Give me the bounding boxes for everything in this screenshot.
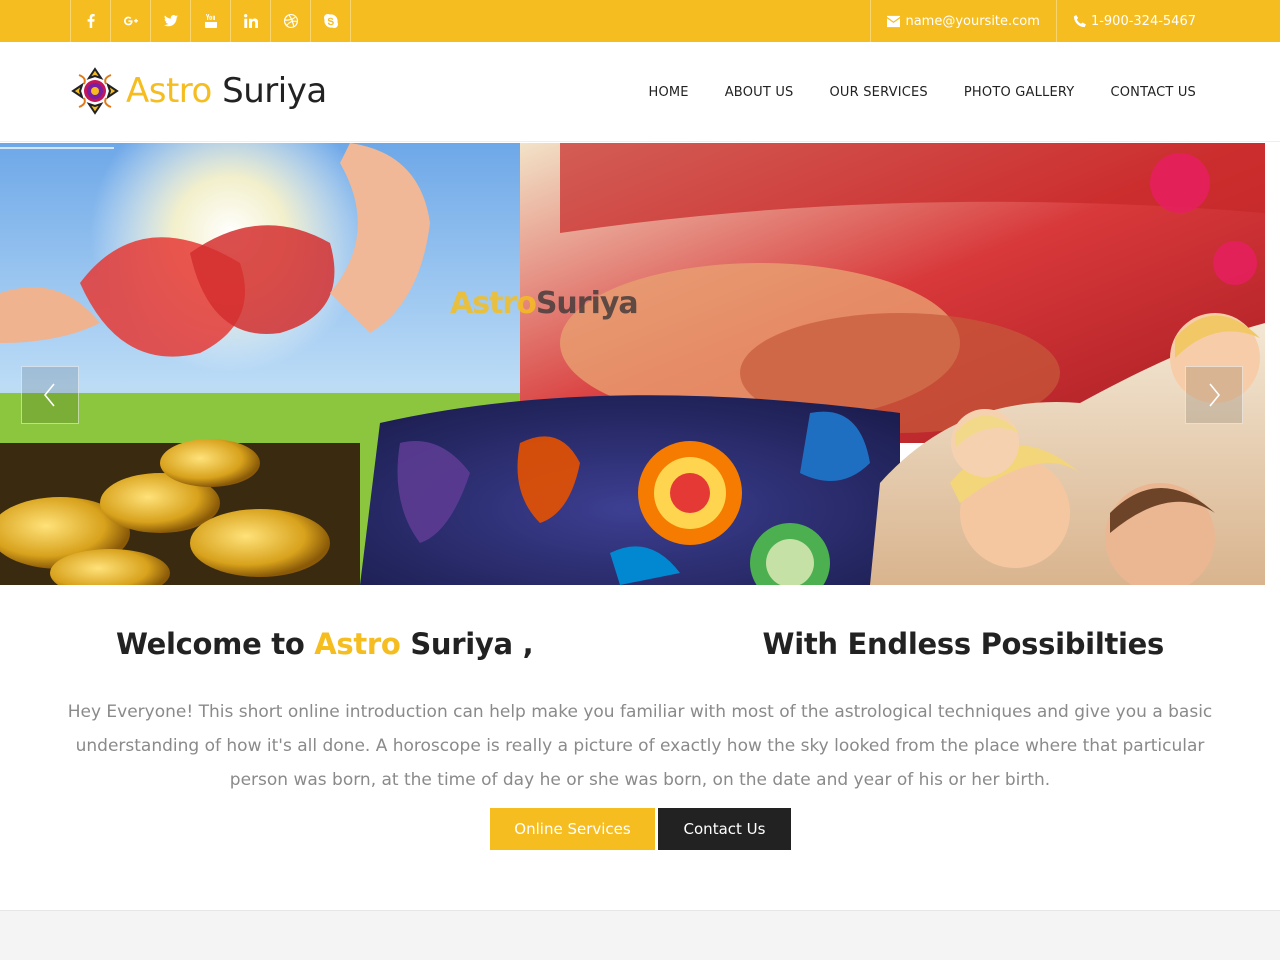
welcome-prefix: Welcome to [116,627,315,661]
email-link[interactable]: name@yoursite.com [870,0,1055,42]
watermark-word-suriya: Suriya [535,286,639,321]
nav-photo-gallery[interactable]: PHOTO GALLERY [964,85,1075,100]
facebook-icon[interactable] [71,0,111,42]
slide-progress-bar [0,147,114,149]
email-text: name@yoursite.com [905,13,1040,29]
hero-slide-image [0,143,1265,585]
online-services-button[interactable]: Online Services [490,808,655,850]
nav-our-services[interactable]: OUR SERVICES [830,85,928,100]
google-plus-icon[interactable] [111,0,151,42]
nav-home[interactable]: HOME [648,85,688,100]
welcome-section: Welcome to Astro Suriya , With Endless P… [0,585,1280,910]
nav-contact-us[interactable]: CONTACT US [1110,85,1196,100]
slider-next-button[interactable] [1185,366,1243,424]
phone-icon [1073,14,1086,27]
logo-word-astro: Astro [126,71,212,111]
slider-prev-button[interactable] [21,366,79,424]
chevron-right-icon [1209,383,1221,407]
top-bar: name@yoursite.com 1-900-324-5467 [0,0,1280,42]
welcome-heading: Welcome to Astro Suriya , [116,627,534,661]
logo-wordmark: Astro Suriya [126,71,327,111]
welcome-brand-suriya: Suriya , [400,627,534,661]
site-header: Astro Suriya HOME ABOUT US OUR SERVICES … [0,42,1280,142]
contact-us-button[interactable]: Contact Us [658,808,791,850]
cta-buttons: Online Services Contact Us [490,808,791,850]
envelope-icon [887,15,901,27]
main-nav: HOME ABOUT US OUR SERVICES PHOTO GALLERY… [648,42,1196,142]
slide-watermark: AstroSuriya [450,286,639,321]
logo-word-suriya: Suriya [222,71,327,111]
welcome-tagline: With Endless Possibilties [762,627,1165,661]
social-links [70,0,351,42]
next-section-strip [0,910,1280,960]
intro-paragraph: Hey Everyone! This short online introduc… [67,702,1213,790]
chevron-left-icon [43,383,55,407]
contact-info: name@yoursite.com 1-900-324-5467 [870,0,1212,42]
youtube-icon[interactable] [191,0,231,42]
dribbble-icon[interactable] [271,0,311,42]
hero-slider: AstroSuriya [0,143,1265,585]
logo-emblem-icon [71,67,119,115]
nav-about-us[interactable]: ABOUT US [725,85,794,100]
phone-link[interactable]: 1-900-324-5467 [1055,0,1212,42]
watermark-word-astro: Astro [450,286,537,321]
twitter-icon[interactable] [151,0,191,42]
site-logo[interactable]: Astro Suriya [70,66,327,116]
welcome-brand-astro: Astro [314,627,401,661]
phone-text: 1-900-324-5467 [1090,13,1196,29]
linkedin-icon[interactable] [231,0,271,42]
skype-icon[interactable] [311,0,351,42]
